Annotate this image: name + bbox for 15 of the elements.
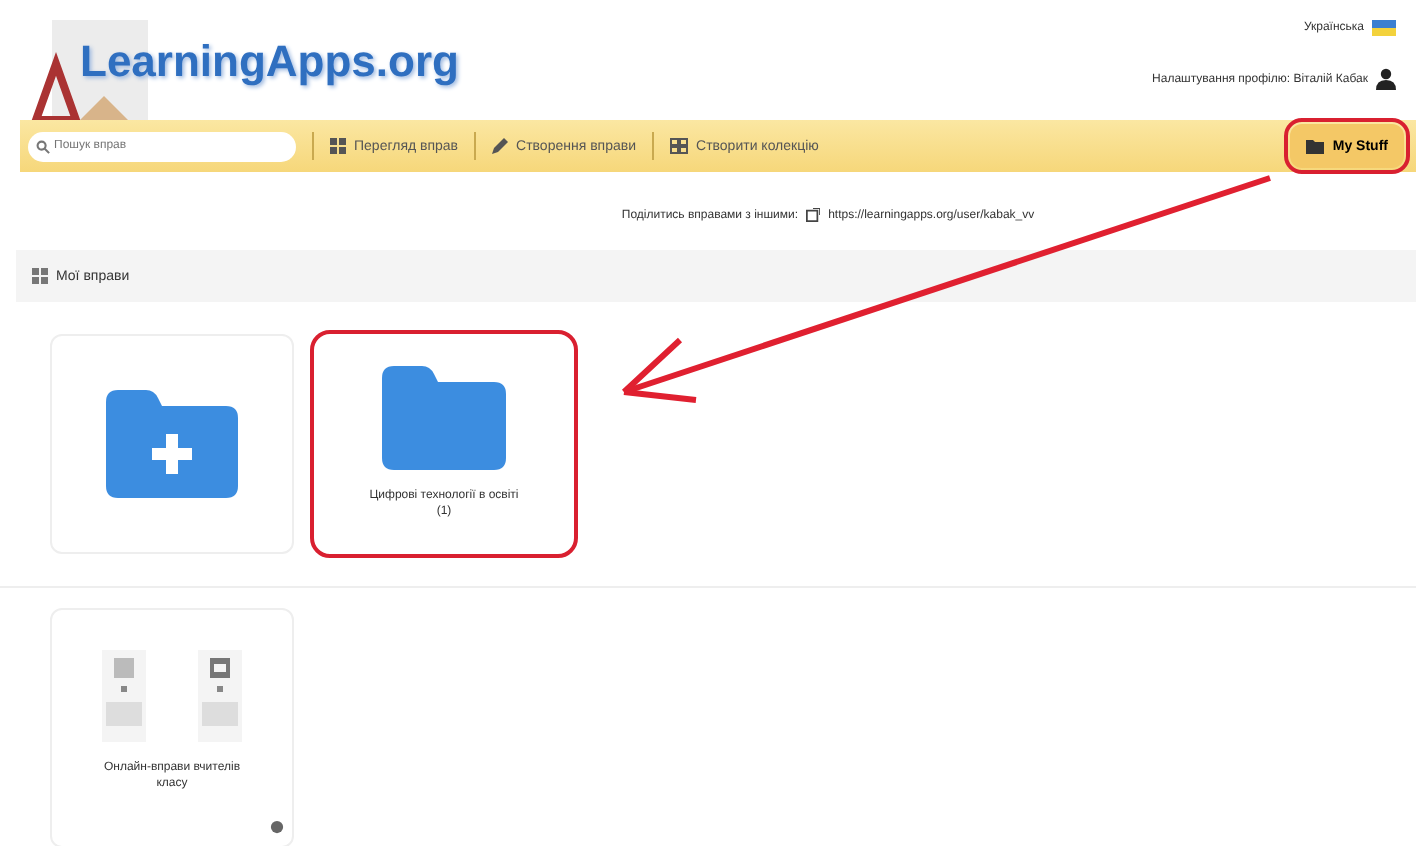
document-add-icon (102, 650, 146, 742)
collection-icon (670, 138, 689, 154)
search-icon (36, 139, 50, 153)
grid-icon (330, 138, 346, 154)
grid-icon (32, 268, 48, 284)
site-logo[interactable]: LearningApps.org (80, 36, 459, 88)
external-link-icon (806, 208, 821, 222)
folder-icon (382, 366, 506, 471)
flag-icon (1372, 20, 1396, 36)
add-folder-icon (106, 390, 238, 498)
pencil-icon (492, 138, 509, 154)
calendar-add-icon (198, 650, 242, 742)
folder-icon (1306, 139, 1325, 153)
new-folder-card[interactable] (50, 334, 294, 554)
user-icon (1376, 68, 1396, 90)
